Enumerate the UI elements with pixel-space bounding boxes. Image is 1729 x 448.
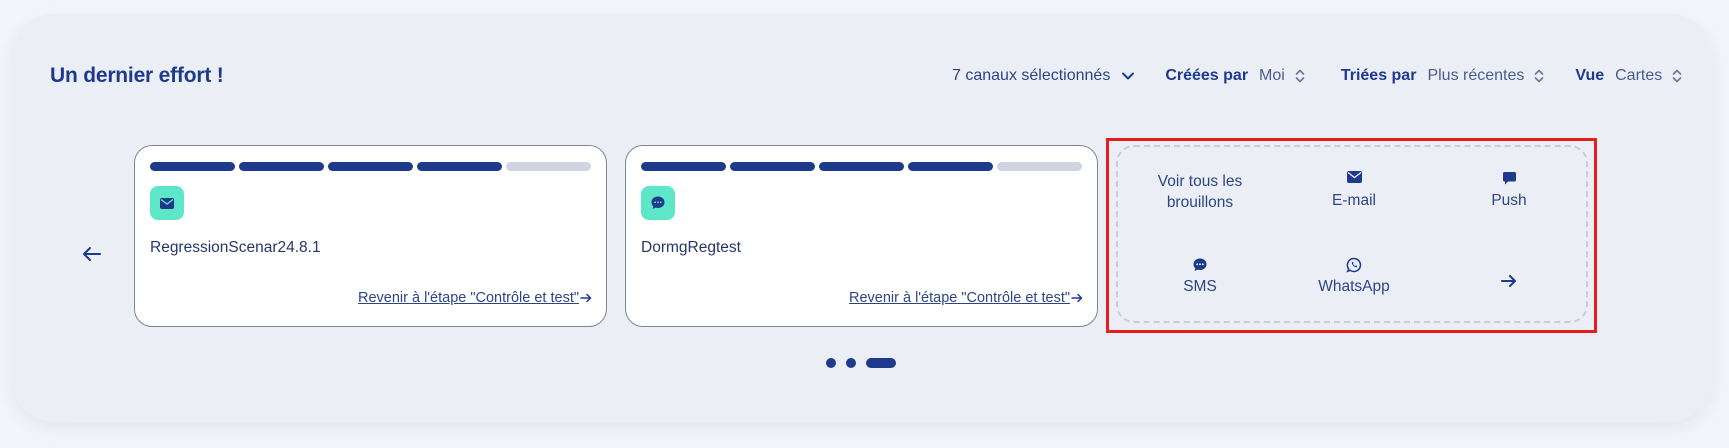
see-all-drafts-link[interactable]: Voir tous les brouillons bbox=[1125, 171, 1275, 213]
progress-step-done bbox=[417, 162, 502, 171]
progress-step-done bbox=[730, 162, 815, 171]
progress-step-pending bbox=[997, 162, 1082, 171]
arrow-right-icon bbox=[1071, 293, 1083, 303]
created-by-value: Moi bbox=[1259, 67, 1285, 84]
progress-step-done bbox=[819, 162, 904, 171]
created-by-label: Créées par bbox=[1165, 67, 1249, 84]
channels-filter-dropdown[interactable]: 7 canaux sélectionnés bbox=[952, 67, 1137, 85]
sms-icon bbox=[1193, 258, 1207, 271]
email-icon bbox=[1346, 171, 1362, 183]
channel-badge bbox=[150, 186, 184, 220]
push-icon bbox=[1502, 172, 1516, 185]
pagination-dot[interactable] bbox=[826, 358, 836, 368]
push-drafts-link[interactable]: Push bbox=[1434, 171, 1584, 210]
progress-step-pending bbox=[506, 162, 591, 171]
sort-chevrons-icon bbox=[1295, 69, 1305, 83]
channel-badge bbox=[641, 186, 675, 220]
arrow-right-icon[interactable] bbox=[1500, 272, 1518, 290]
step-progress bbox=[150, 162, 595, 171]
arrow-left-icon[interactable] bbox=[80, 242, 104, 266]
back-to-step-link[interactable]: Revenir à l'étape "Contrôle et test" bbox=[849, 290, 1083, 306]
whatsapp-icon bbox=[1346, 257, 1362, 273]
view-select[interactable]: Vue Cartes bbox=[1575, 67, 1686, 85]
section-title: Un dernier effort ! bbox=[50, 64, 224, 87]
sorted-by-label: Triées par bbox=[1340, 67, 1417, 84]
sorted-by-value: Plus récentes bbox=[1427, 67, 1525, 84]
progress-step-done bbox=[239, 162, 324, 171]
sms-drafts-link[interactable]: SMS bbox=[1125, 257, 1275, 296]
view-value: Cartes bbox=[1615, 67, 1663, 84]
progress-step-done bbox=[908, 162, 993, 171]
sorted-by-select[interactable]: Triées par Plus récentes bbox=[1341, 67, 1549, 85]
filter-bar: 7 canaux sélectionnés Créées par Moi Tri… bbox=[952, 67, 1686, 85]
sort-chevrons-icon bbox=[1535, 69, 1544, 83]
whatsapp-drafts-link[interactable]: WhatsApp bbox=[1279, 257, 1429, 296]
progress-step-done bbox=[641, 162, 726, 171]
pagination-dot[interactable] bbox=[846, 358, 856, 368]
carousel-pagination bbox=[826, 358, 906, 368]
channels-filter-value: 7 canaux sélectionnés bbox=[952, 67, 1111, 84]
created-by-select[interactable]: Créées par Moi bbox=[1165, 67, 1309, 85]
pagination-dot-active[interactable] bbox=[866, 358, 896, 368]
draft-shortcuts: Voir tous les brouillons E-mail Push SMS… bbox=[1116, 145, 1588, 323]
view-label: Vue bbox=[1575, 67, 1605, 84]
step-progress bbox=[641, 162, 1086, 171]
back-to-step-link[interactable]: Revenir à l'étape "Contrôle et test" bbox=[358, 290, 592, 306]
draft-card[interactable]: RegressionScenar24.8.1 Revenir à l'étape… bbox=[134, 145, 607, 327]
chevron-down-icon bbox=[1122, 72, 1135, 80]
sort-chevrons-icon bbox=[1672, 69, 1682, 83]
sms-icon bbox=[651, 196, 665, 209]
email-icon bbox=[160, 197, 174, 209]
draft-name: RegressionScenar24.8.1 bbox=[150, 239, 321, 256]
email-drafts-link[interactable]: E-mail bbox=[1279, 171, 1429, 210]
progress-step-done bbox=[328, 162, 413, 171]
draft-card[interactable]: DormgRegtest Revenir à l'étape "Contrôle… bbox=[625, 145, 1098, 327]
progress-step-done bbox=[150, 162, 235, 171]
draft-name: DormgRegtest bbox=[641, 239, 741, 256]
arrow-right-icon bbox=[580, 293, 592, 303]
